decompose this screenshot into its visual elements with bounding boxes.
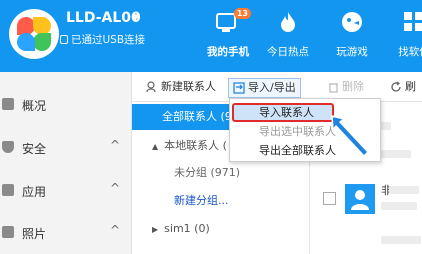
collapse-icon[interactable]: ▲ (152, 142, 158, 151)
blurred-text (389, 186, 419, 194)
chevron-up-icon[interactable]: ^ (110, 181, 120, 195)
contact-checkbox[interactable] (323, 192, 336, 205)
home-icon (2, 98, 14, 110)
apps-icon (2, 184, 14, 196)
photo-icon (2, 226, 14, 238)
blurred-text (381, 236, 421, 244)
nav-my-phone[interactable]: 13 我的手机 (200, 0, 256, 72)
nav-label: 我的手机 (207, 46, 249, 58)
import-export-label: 导入/导出 (248, 81, 296, 94)
device-name[interactable]: LLD-AL00 (66, 10, 141, 26)
refresh-icon (391, 81, 401, 92)
trash-icon (329, 83, 338, 93)
pointer-arrow-icon (331, 115, 369, 157)
nav-find-software[interactable]: 找软件 (386, 0, 422, 72)
game-icon (339, 10, 365, 34)
nav-games[interactable]: 玩游戏 (324, 0, 380, 72)
app-logo (9, 9, 59, 59)
delete-label: 删除 (342, 80, 364, 93)
device-dropdown-icon[interactable]: ▼ (132, 13, 139, 23)
sidebar-item-overview[interactable]: 概况 (0, 86, 132, 124)
add-person-icon (146, 81, 156, 93)
nav-label: 今日热点 (267, 46, 309, 58)
connection-status: 已通过USB连接 (71, 34, 146, 46)
sidebar-item-label: 应用 (22, 185, 47, 199)
top-header: LLD-AL00 ▼ 已通过USB连接 13 我的手机 今日热点 玩游戏 找软 (0, 0, 422, 72)
sidebar-item-photos[interactable]: 照片 ^ (0, 214, 132, 252)
notification-badge: 13 (233, 8, 251, 19)
blurred-text (381, 202, 417, 210)
group-label: 本地联系人 ( (164, 139, 227, 152)
expand-icon[interactable]: ▶ (152, 225, 158, 234)
sidebar-item-security[interactable]: 安全 ^ (0, 129, 132, 167)
refresh-button[interactable]: 刷 (390, 78, 416, 98)
nav-label: 玩游戏 (336, 46, 368, 58)
group-label: sim1 (0) (164, 222, 210, 235)
nav-today-hot[interactable]: 今日热点 (260, 0, 316, 72)
new-group-link[interactable]: 新建分组... (132, 188, 310, 214)
group-ungrouped[interactable]: 未分组 (971) (132, 160, 310, 186)
apps-grid-icon (401, 10, 422, 34)
contact-avatar (345, 184, 375, 214)
menu-import-contacts[interactable]: 导入联系人 (232, 103, 334, 122)
sidebar-item-apps[interactable]: 应用 ^ (0, 172, 132, 210)
refresh-label: 刷 (405, 80, 416, 93)
import-export-button[interactable]: 导入/导出 (228, 78, 301, 98)
sidebar-item-label: 照片 (22, 227, 47, 241)
flame-icon (275, 10, 301, 34)
shield-icon (2, 141, 14, 153)
new-contact-button[interactable]: 新建联系人 (146, 78, 216, 98)
nav-label: 找软件 (398, 46, 422, 58)
chevron-up-icon[interactable]: ^ (110, 138, 120, 152)
delete-button[interactable]: 删除 (328, 78, 364, 98)
sidebar-item-label: 安全 (22, 142, 47, 156)
person-icon (351, 190, 369, 210)
sidebar-item-label: 概况 (22, 99, 47, 113)
usb-icon (60, 35, 68, 44)
new-contact-label: 新建联系人 (161, 80, 216, 93)
import-export-icon (233, 82, 245, 94)
chevron-up-icon[interactable]: ^ (110, 223, 120, 237)
left-sidebar: 概况 安全 ^ 应用 ^ 照片 ^ (0, 72, 132, 254)
group-sim1[interactable]: ▶ sim1 (0) (132, 216, 310, 242)
phone-icon: 13 (215, 8, 251, 34)
